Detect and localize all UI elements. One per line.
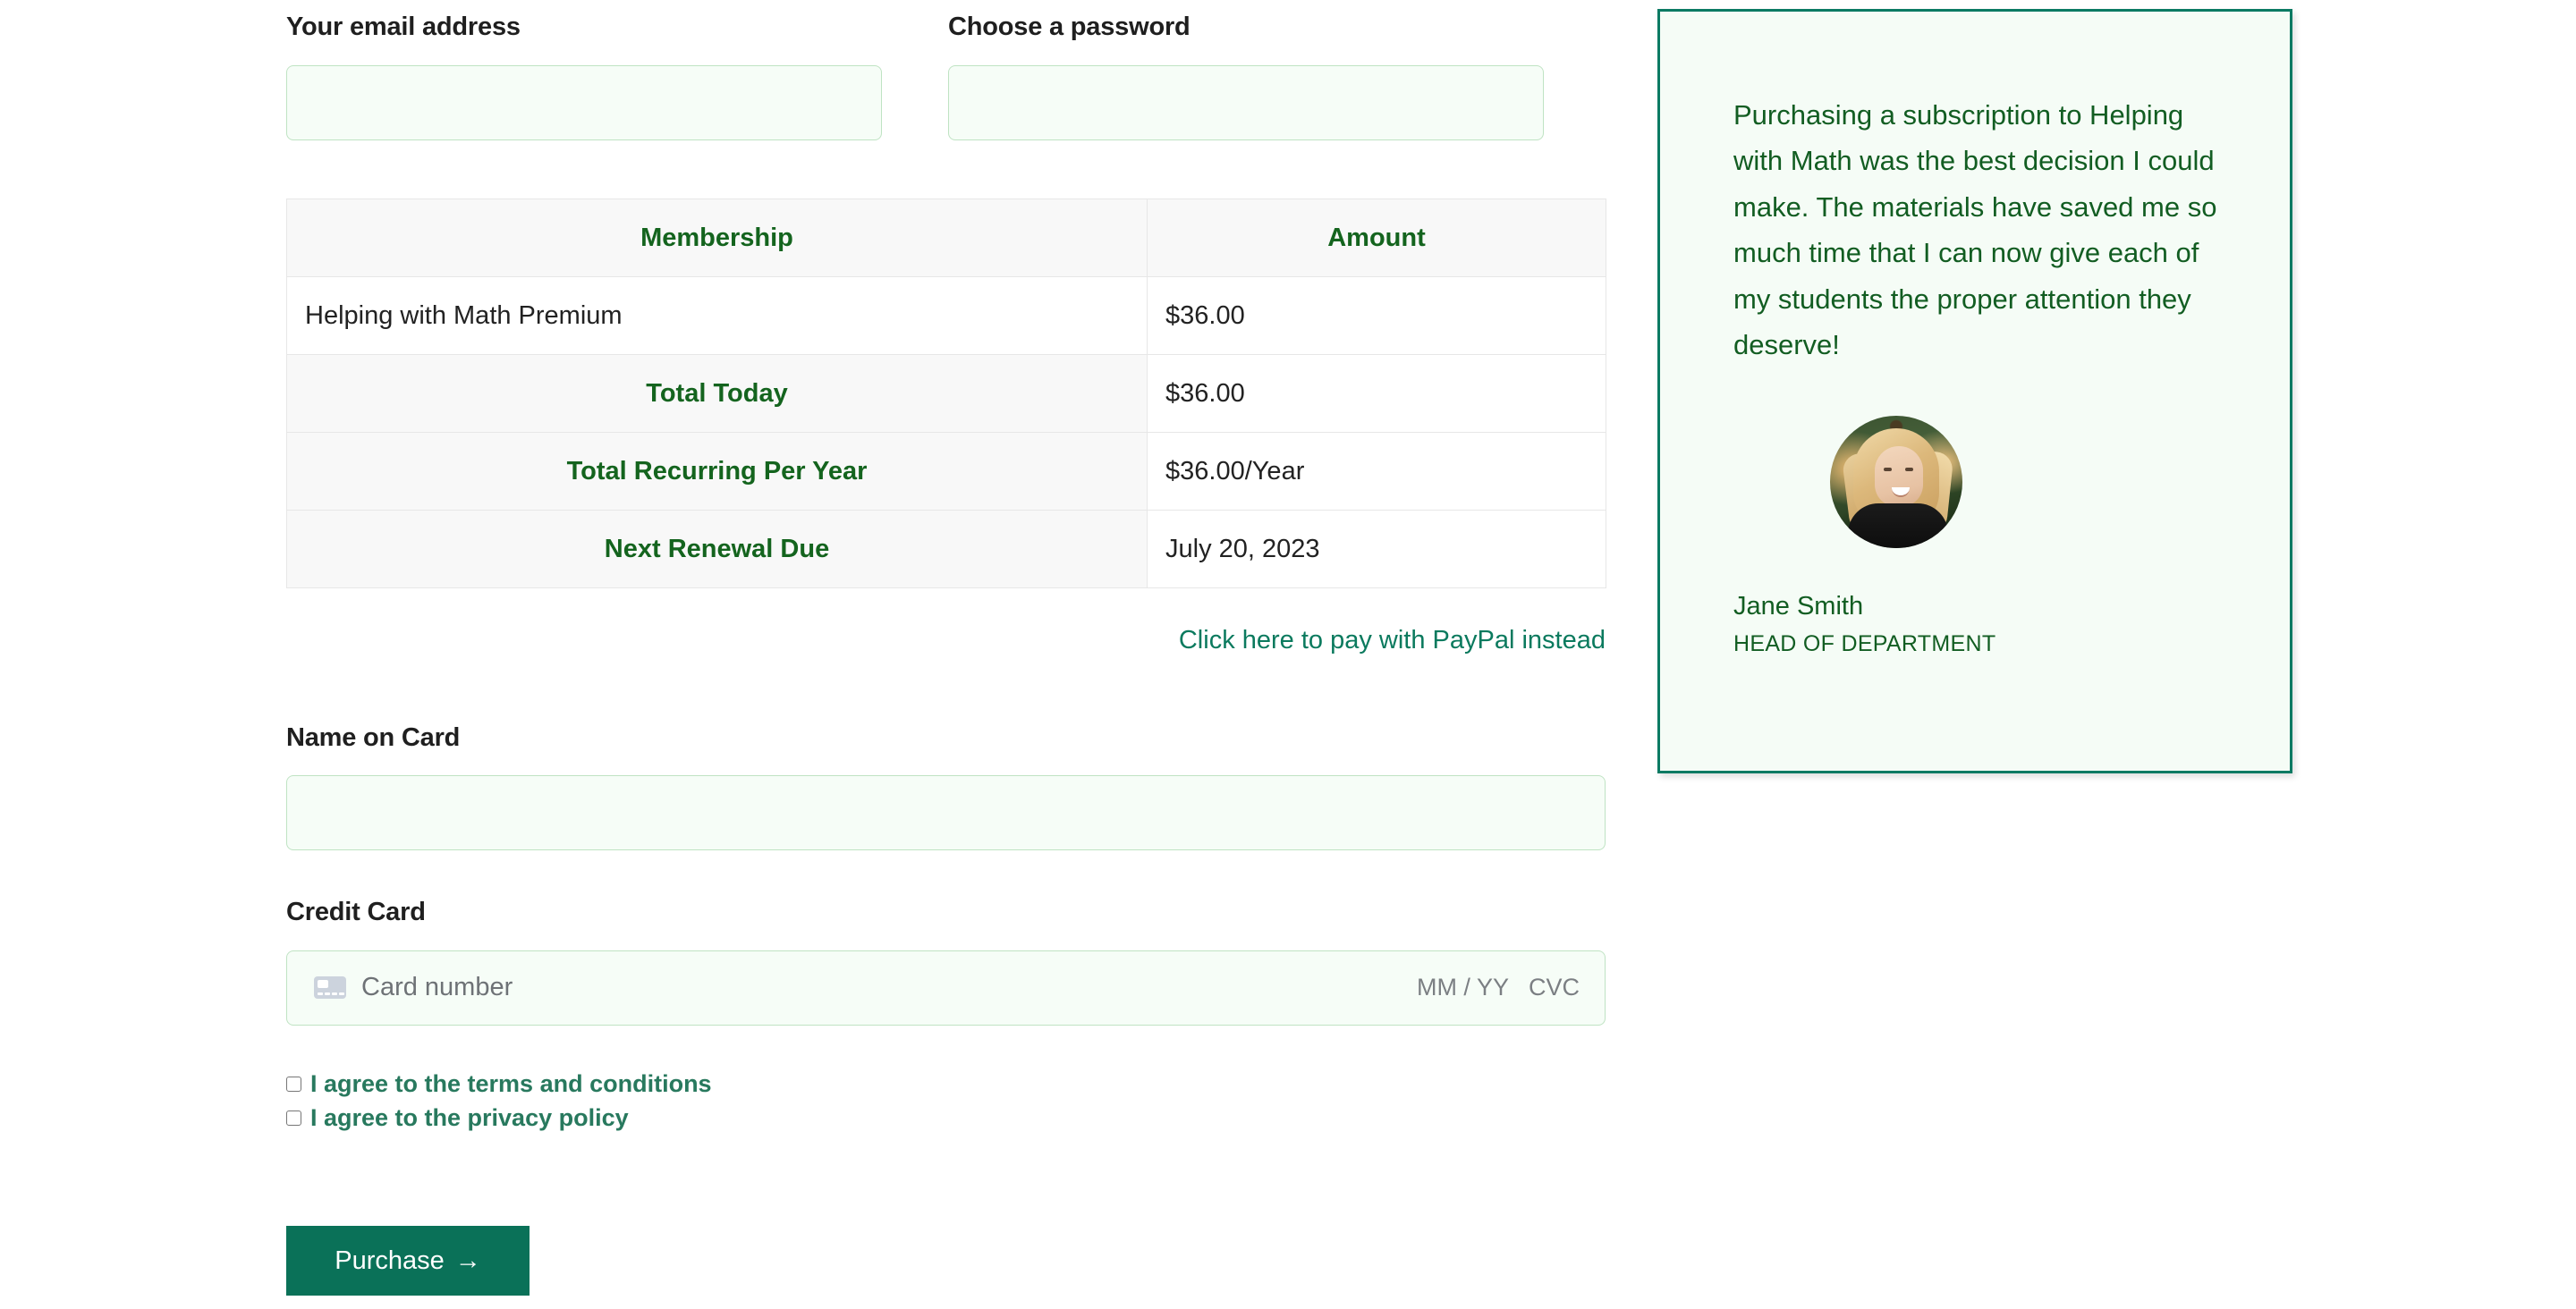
header-membership: Membership	[286, 198, 1148, 277]
row-amount: $36.00/Year	[1147, 432, 1606, 511]
row-label: Next Renewal Due	[286, 510, 1148, 588]
table-row: Helping with Math Premium $36.00	[286, 276, 1606, 355]
arrow-right-icon: →	[454, 1246, 481, 1275]
purchase-button[interactable]: Purchase →	[286, 1226, 530, 1296]
credit-card-label: Credit Card	[286, 898, 426, 926]
purchase-button-label: Purchase	[335, 1246, 445, 1275]
testimonial-card: Purchasing a subscription to Helping wit…	[1657, 9, 2292, 773]
table-row: Total Recurring Per Year $36.00/Year	[286, 432, 1606, 511]
credit-card-group: Credit Card Card number MM / YY CVC	[286, 898, 1606, 1026]
card-expiry-placeholder[interactable]: MM / YY	[1417, 974, 1509, 1001]
privacy-agreement-row: I agree to the privacy policy	[286, 1103, 1606, 1133]
name-on-card-label: Name on Card	[286, 723, 461, 752]
testimonial-author-role: HEAD OF DEPARTMENT	[1733, 630, 1996, 656]
card-number-placeholder[interactable]: Card number	[361, 973, 1417, 1002]
privacy-label[interactable]: I agree to the privacy policy	[310, 1106, 629, 1130]
testimonial-quote: Purchasing a subscription to Helping wit…	[1733, 99, 2217, 361]
terms-checkbox[interactable]	[286, 1077, 301, 1092]
password-field-group: Choose a password	[948, 0, 1544, 140]
credit-card-input-row[interactable]: Card number MM / YY CVC	[286, 950, 1606, 1026]
password-label: Choose a password	[948, 13, 1191, 41]
row-label: Total Recurring Per Year	[286, 432, 1148, 511]
row-label: Total Today	[286, 354, 1148, 433]
paypal-link-row: Click here to pay with PayPal instead	[286, 626, 1606, 655]
row-label: Helping with Math Premium	[286, 276, 1148, 355]
name-on-card-group: Name on Card	[286, 723, 1606, 850]
membership-summary-table: Membership Amount Helping with Math Prem…	[286, 198, 1606, 588]
table-row: Next Renewal Due July 20, 2023	[286, 510, 1606, 588]
privacy-checkbox[interactable]	[286, 1111, 301, 1126]
avatar	[1830, 415, 1962, 548]
name-on-card-input[interactable]	[286, 774, 1606, 850]
row-amount: July 20, 2023	[1147, 510, 1606, 588]
credit-card-icon	[314, 976, 346, 1000]
account-fields-row: Your email address Choose a password	[286, 0, 1606, 140]
email-field-group: Your email address	[286, 0, 882, 140]
terms-label[interactable]: I agree to the terms and conditions	[310, 1072, 712, 1096]
email-label: Your email address	[286, 13, 521, 41]
checkout-page: Your email address Choose a password Mem…	[0, 0, 2576, 1309]
paypal-link[interactable]: Click here to pay with PayPal instead	[1179, 626, 1606, 654]
terms-agreement-row: I agree to the terms and conditions	[286, 1069, 1606, 1099]
table-row: Total Today $36.00	[286, 354, 1606, 433]
row-amount: $36.00	[1147, 276, 1606, 355]
row-amount: $36.00	[1147, 354, 1606, 433]
agreements-list: I agree to the terms and conditions I ag…	[286, 1069, 1606, 1137]
header-amount: Amount	[1147, 198, 1606, 277]
password-input[interactable]	[948, 64, 1544, 140]
email-input[interactable]	[286, 64, 882, 140]
card-cvc-placeholder[interactable]: CVC	[1529, 974, 1580, 1001]
table-header-row: Membership Amount	[286, 198, 1606, 277]
testimonial-author-name: Jane Smith	[1733, 591, 1864, 621]
